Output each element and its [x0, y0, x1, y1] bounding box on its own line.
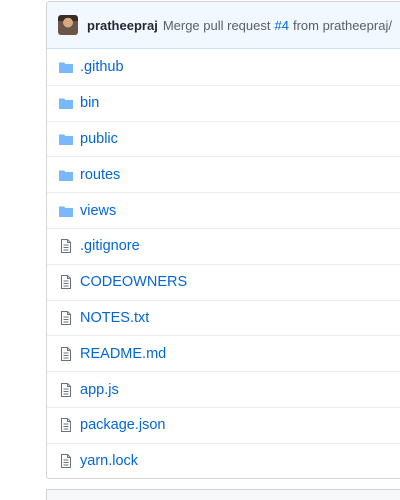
file-row[interactable]: CODEOWNERS — [47, 263, 400, 300]
file-link[interactable]: NOTES.txt — [80, 310, 149, 326]
commit-message-prefix[interactable]: Merge pull request — [163, 18, 271, 33]
file-row[interactable]: package.json — [47, 406, 400, 443]
file-row[interactable]: bin — [47, 84, 400, 121]
folder-link[interactable]: bin — [80, 95, 99, 111]
file-row[interactable]: .gitignore — [47, 227, 400, 264]
file-row[interactable]: routes — [47, 156, 400, 192]
folder-link[interactable]: routes — [80, 167, 120, 183]
file-row[interactable]: yarn.lock — [47, 442, 400, 478]
latest-commit-bar: pratheepraj Merge pull request #4 from p… — [47, 2, 400, 49]
file-icon — [58, 274, 74, 290]
file-icon — [58, 382, 74, 398]
author-avatar[interactable] — [58, 15, 78, 35]
folder-icon — [58, 167, 74, 183]
pull-request-link[interactable]: #4 — [274, 18, 288, 33]
file-browser: pratheepraj Merge pull request #4 from p… — [46, 1, 400, 479]
file-icon — [58, 310, 74, 326]
folder-link[interactable]: views — [80, 203, 116, 219]
folder-icon — [58, 95, 74, 111]
file-link[interactable]: yarn.lock — [80, 453, 138, 469]
file-icon — [58, 417, 74, 433]
file-icon — [58, 238, 74, 254]
file-row[interactable]: .github — [47, 49, 400, 85]
folder-icon — [58, 59, 74, 75]
folder-link[interactable]: .github — [80, 59, 124, 75]
file-link[interactable]: README.md — [80, 346, 166, 362]
folder-link[interactable]: public — [80, 131, 118, 147]
file-icon — [58, 453, 74, 469]
file-link[interactable]: CODEOWNERS — [80, 274, 187, 290]
file-row[interactable]: public — [47, 120, 400, 157]
file-row[interactable]: README.md — [47, 335, 400, 371]
file-row[interactable]: views — [47, 192, 400, 228]
file-row[interactable]: NOTES.txt — [47, 299, 400, 336]
file-link[interactable]: .gitignore — [80, 238, 140, 254]
folder-icon — [58, 203, 74, 219]
commit-author-link[interactable]: pratheepraj — [87, 18, 158, 33]
file-row[interactable]: app.js — [47, 371, 400, 407]
file-list: .github bin public routes views .gitignore COD… — [47, 49, 400, 478]
commit-message-suffix[interactable]: from pratheepraj/ — [293, 18, 392, 33]
file-link[interactable]: package.json — [80, 417, 165, 433]
folder-icon — [58, 131, 74, 147]
file-icon — [58, 346, 74, 362]
next-panel-edge — [46, 489, 400, 500]
file-link[interactable]: app.js — [80, 382, 119, 398]
